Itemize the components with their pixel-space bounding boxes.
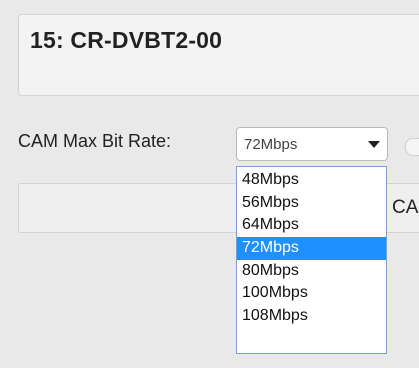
- dropdown-option[interactable]: 100Mbps: [237, 282, 386, 305]
- dropdown-option[interactable]: 48Mbps: [237, 169, 386, 192]
- select-current-value: 72Mbps: [244, 136, 298, 153]
- bit-rate-dropdown-list[interactable]: 48Mbps 56Mbps 64Mbps 72Mbps 80Mbps 100Mb…: [236, 166, 387, 354]
- dropdown-option-selected[interactable]: 72Mbps: [237, 237, 386, 260]
- cam-max-bit-rate-select[interactable]: 72Mbps: [236, 127, 388, 161]
- dropdown-option[interactable]: 56Mbps: [237, 192, 386, 215]
- dropdown-option[interactable]: 64Mbps: [237, 214, 386, 237]
- page-title: 15: CR-DVBT2-00: [30, 27, 223, 53]
- chevron-down-icon: [368, 141, 380, 148]
- partial-control-edge: [405, 138, 419, 156]
- dropdown-option[interactable]: 80Mbps: [237, 260, 386, 283]
- dropdown-option[interactable]: 108Mbps: [237, 305, 386, 328]
- cam-max-bit-rate-label: CAM Max Bit Rate:: [18, 131, 172, 151]
- cam-action-button-label: CA: [392, 197, 419, 218]
